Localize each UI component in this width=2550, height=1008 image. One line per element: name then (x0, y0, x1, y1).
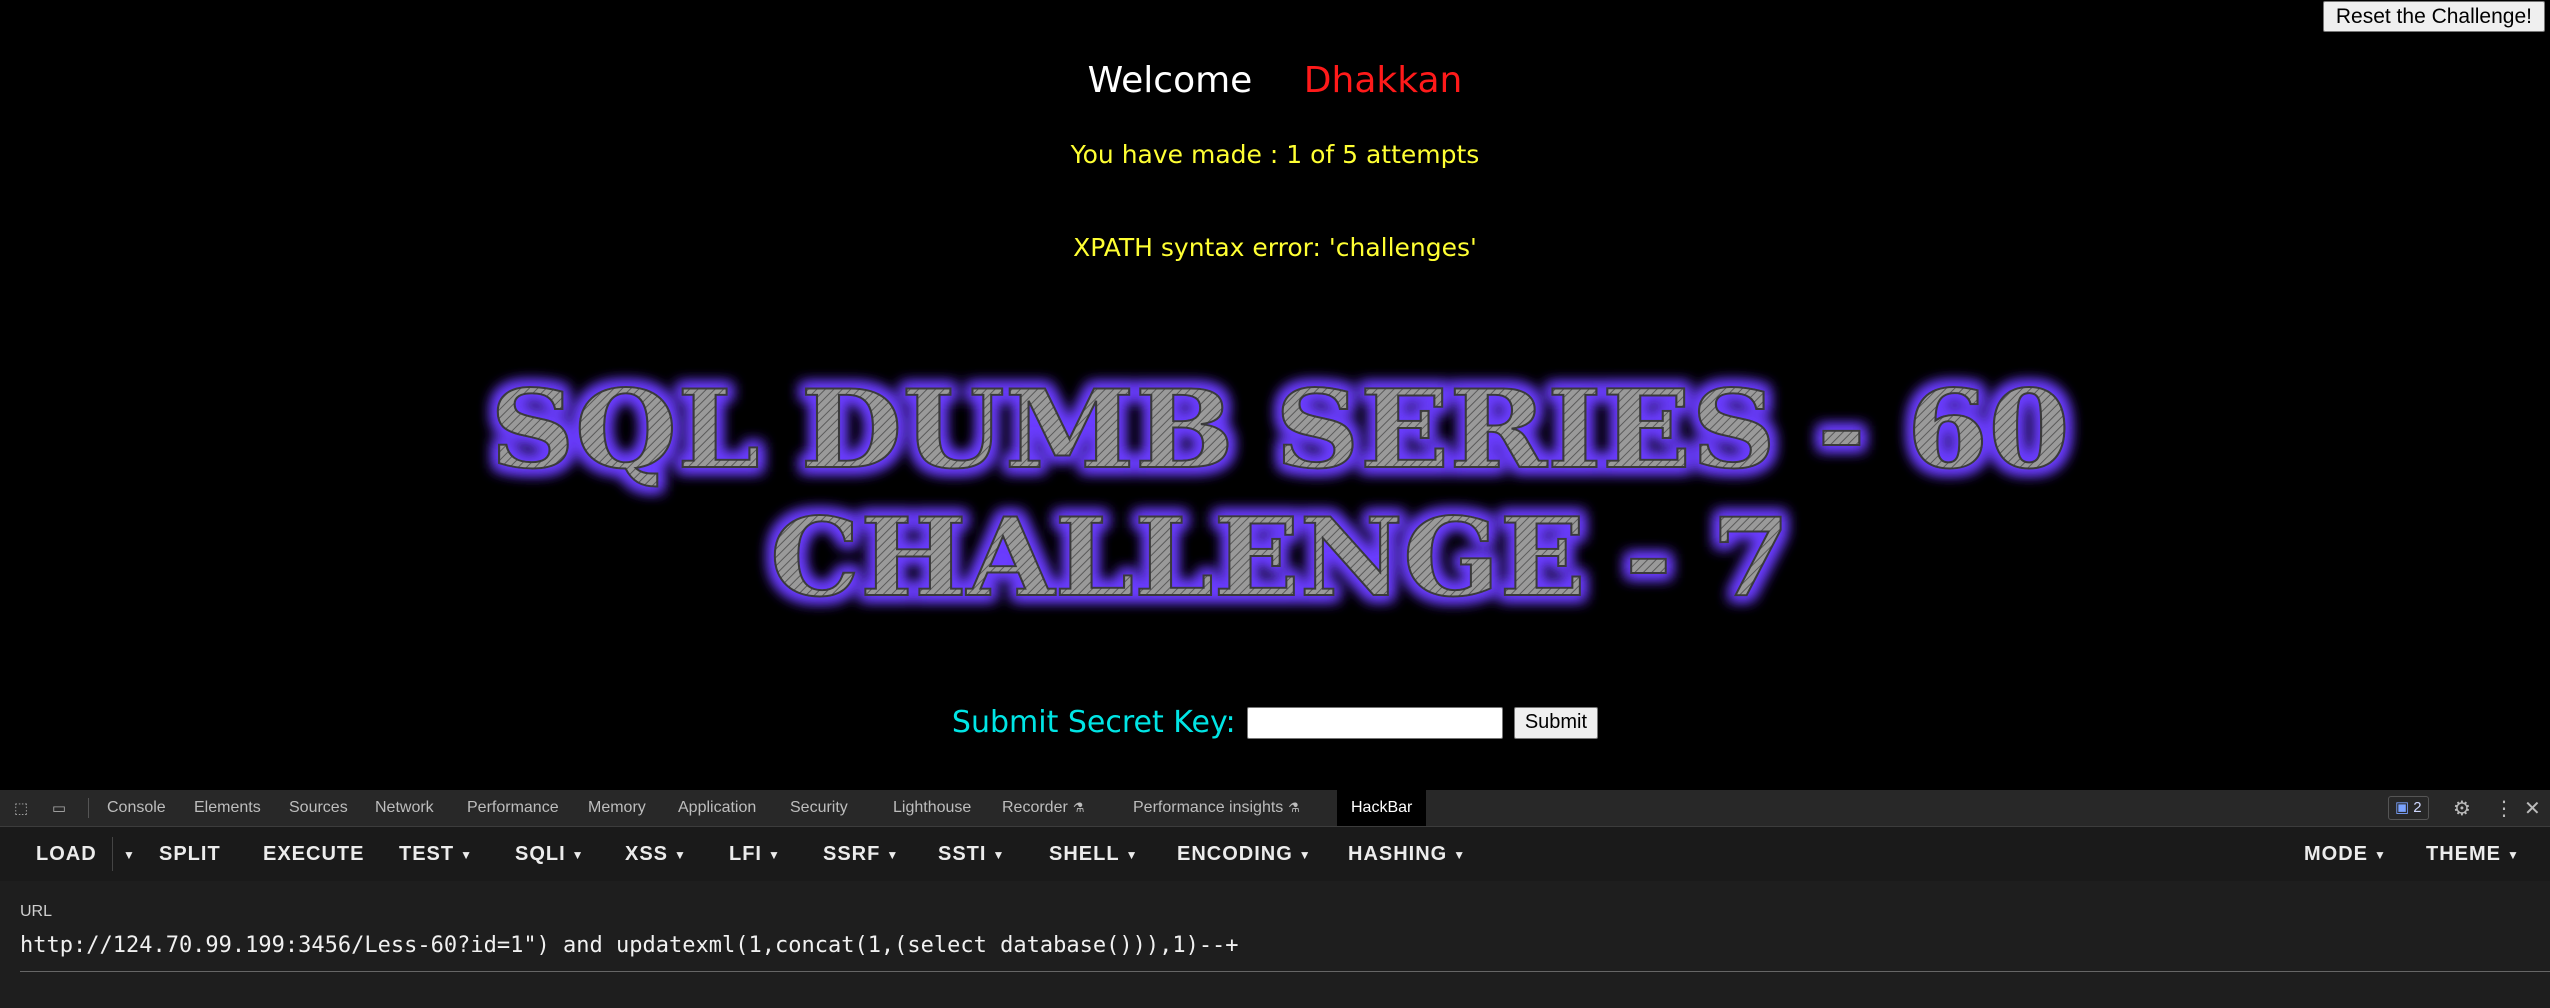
mode-menu-label: MODE (2304, 843, 2368, 865)
attempts-counter: You have made : 1 of 5 attempts (1070, 140, 1480, 169)
tabbar-divider (88, 798, 89, 818)
issues-badge[interactable]: ▣ 2 (2388, 796, 2429, 820)
tab-sources[interactable]: Sources (289, 790, 348, 826)
tab-hackbar[interactable]: HackBar (1337, 790, 1427, 826)
shell-menu-label: SHELL (1049, 843, 1120, 865)
caret-down-icon: ▼ (2507, 847, 2520, 862)
caret-down-icon: ▼ (674, 847, 687, 862)
hackbar-body: URL http://124.70.99.199:3456/Less-60?id… (0, 881, 2550, 1008)
shell-menu[interactable]: SHELL ▼ (1049, 827, 1138, 881)
tab-performance-insights[interactable]: Performance insights ⚗ (1133, 790, 1300, 826)
username: Dhakkan (1303, 60, 1463, 101)
xss-menu-label: XSS (625, 843, 669, 865)
devtools-panel: ⬚ ▭ Console Elements Sources Network Per… (0, 790, 2550, 1008)
test-menu[interactable]: TEST ▼ (399, 827, 473, 881)
gear-icon[interactable]: ⚙ (2453, 796, 2471, 820)
secret-key-input[interactable] (1246, 706, 1503, 739)
issues-count: 2 (2413, 799, 2422, 816)
submit-button[interactable]: Submit (1513, 706, 1599, 739)
xpath-error-message: XPATH syntax error: 'challenges' (1073, 233, 1477, 262)
load-button[interactable]: LOAD (36, 827, 97, 881)
execute-button[interactable]: EXECUTE (263, 827, 364, 881)
tab-network[interactable]: Network (375, 790, 434, 826)
flask-icon: ⚗ (1072, 800, 1085, 815)
encoding-menu-label: ENCODING (1177, 843, 1293, 865)
tab-elements[interactable]: Elements (194, 790, 261, 826)
tab-performance-insights-label: Performance insights (1133, 799, 1284, 816)
hackbar-toolbar: LOAD ▼ SPLIT EXECUTE TEST ▼ SQLI ▼ XSS ▼ LF… (0, 827, 2550, 881)
load-divider (112, 837, 113, 871)
encoding-menu[interactable]: ENCODING ▼ (1177, 827, 1312, 881)
caret-down-icon: ▼ (1125, 847, 1139, 862)
welcome-label: Welcome (1087, 60, 1253, 101)
caret-down-icon: ▼ (1453, 847, 1467, 862)
tab-performance[interactable]: Performance (467, 790, 559, 826)
split-button[interactable]: SPLIT (159, 827, 221, 881)
theme-menu-label: THEME (2426, 843, 2501, 865)
tab-console[interactable]: Console (107, 790, 166, 826)
caret-down-icon: ▼ (460, 847, 474, 862)
caret-down-icon: ▼ (2374, 847, 2387, 862)
ssrf-menu[interactable]: SSRF ▼ (823, 827, 899, 881)
secret-key-label: Submit Secret Key: (951, 705, 1236, 740)
caret-down-icon: ▼ (886, 847, 900, 862)
test-menu-label: TEST (399, 843, 455, 865)
message-icon: ▣ (2395, 799, 2410, 816)
lfi-menu-label: LFI (729, 843, 762, 865)
caret-down-icon: ▼ (992, 847, 1006, 862)
tab-lighthouse[interactable]: Lighthouse (893, 790, 971, 826)
tab-security[interactable]: Security (790, 790, 848, 826)
tab-application[interactable]: Application (678, 790, 756, 826)
devtools-tabbar: ⬚ ▭ Console Elements Sources Network Per… (0, 790, 2550, 827)
hashing-menu[interactable]: HASHING ▼ (1348, 827, 1466, 881)
kebab-menu-icon[interactable]: ⋮ (2494, 796, 2514, 820)
caret-down-icon: ▼ (571, 847, 585, 862)
tab-recorder-label: Recorder (1002, 799, 1068, 816)
reset-challenge-button[interactable]: Reset the Challenge! (2322, 1, 2545, 32)
welcome-line: Welcome Dhakkan (0, 60, 2550, 101)
tab-memory[interactable]: Memory (588, 790, 646, 826)
url-label: URL (20, 903, 53, 920)
secret-key-form: Submit Secret Key: Submit (0, 705, 2550, 740)
caret-down-icon: ▼ (123, 847, 136, 862)
challenge-page: Reset the Challenge! Welcome Dhakkan You… (0, 0, 2550, 790)
banner-line-1: SQL DUMB SERIES - 60 (490, 367, 2070, 493)
sqli-menu[interactable]: SQLI ▼ (515, 827, 585, 881)
inspect-icon[interactable]: ⬚ (12, 799, 30, 817)
xss-menu[interactable]: XSS ▼ (625, 827, 687, 881)
close-icon[interactable]: ✕ (2524, 796, 2541, 820)
hashing-menu-label: HASHING (1348, 843, 1448, 865)
url-input[interactable]: http://124.70.99.199:3456/Less-60?id=1")… (20, 933, 1239, 958)
theme-menu[interactable]: THEME ▼ (2426, 827, 2520, 881)
ssti-menu[interactable]: SSTI ▼ (938, 827, 1005, 881)
sqli-menu-label: SQLI (515, 843, 566, 865)
flask-icon: ⚗ (1288, 800, 1300, 815)
ssrf-menu-label: SSRF (823, 843, 881, 865)
mode-menu[interactable]: MODE ▼ (2304, 827, 2387, 881)
url-underline (20, 971, 2550, 972)
load-dropdown[interactable]: ▼ (117, 827, 136, 881)
ssti-menu-label: SSTI (938, 843, 987, 865)
banner-line-2: CHALLENGE - 7 (770, 495, 1790, 620)
tab-recorder[interactable]: Recorder ⚗ (1002, 790, 1084, 826)
caret-down-icon: ▼ (768, 847, 781, 862)
caret-down-icon: ▼ (1298, 847, 1312, 862)
challenge-banner: SQL DUMB SERIES - 60 CHALLENGE - 7 (489, 366, 2071, 620)
lfi-menu[interactable]: LFI ▼ (729, 827, 781, 881)
device-toolbar-icon[interactable]: ▭ (50, 799, 68, 817)
